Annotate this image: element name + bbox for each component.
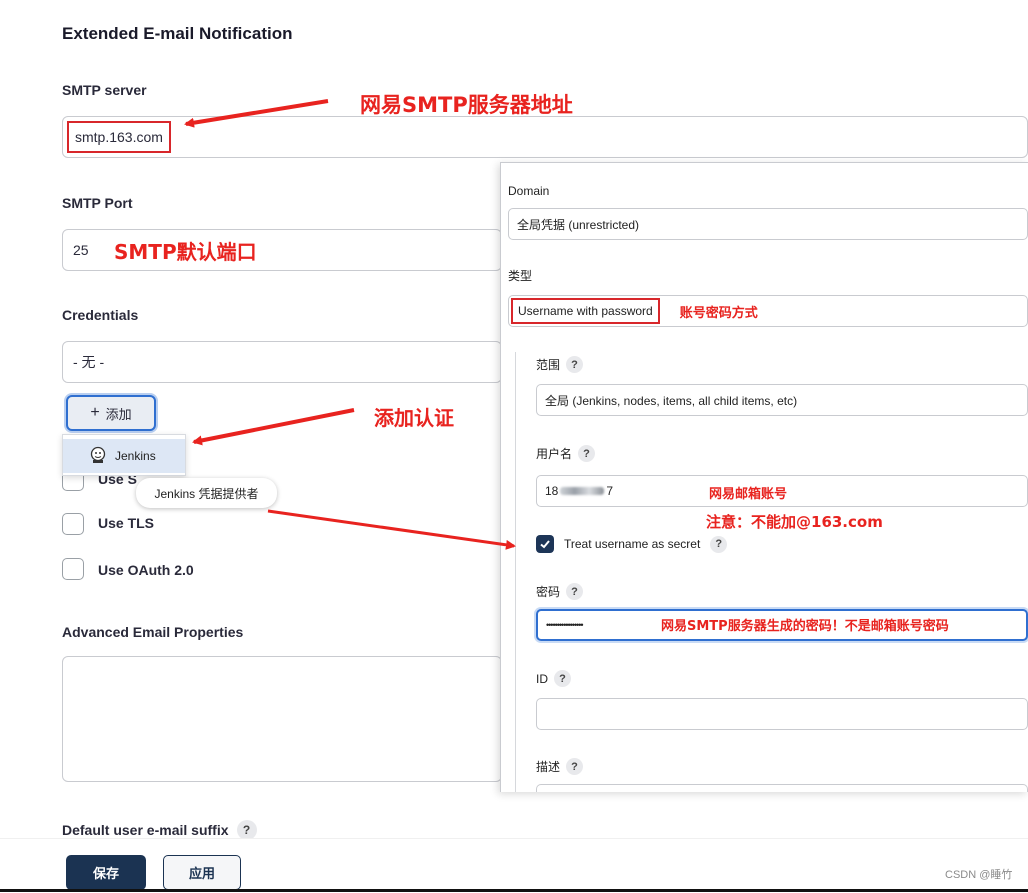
default-suffix-label: Default user e-mail suffix	[62, 822, 229, 838]
credential-provider-dropdown: Jenkins	[62, 434, 186, 476]
username-suffix: 7	[606, 484, 614, 498]
description-input[interactable]	[536, 784, 1028, 792]
use-oauth-label: Use OAuth 2.0	[98, 562, 194, 578]
watermark: CSDN @睡竹	[945, 869, 1013, 881]
password-label-row: 密码 ?	[536, 583, 584, 600]
type-annotation: 账号密码方式	[679, 305, 758, 321]
help-icon[interactable]: ?	[566, 356, 584, 373]
check-icon	[540, 540, 550, 549]
id-label-row: ID ?	[536, 670, 571, 687]
advanced-properties-label: Advanced Email Properties	[62, 624, 244, 640]
add-button-label: 添加	[105, 406, 132, 422]
plus-icon: +	[90, 404, 100, 421]
smtp-port-value: 25	[73, 242, 89, 258]
footer-bar	[0, 838, 1028, 893]
username-label-row: 用户名 ?	[536, 445, 596, 462]
apply-button[interactable]: 应用	[163, 855, 241, 890]
help-icon[interactable]: ?	[554, 670, 571, 687]
username-value: 18	[545, 484, 559, 498]
scope-divider	[515, 352, 516, 792]
bottom-border	[0, 889, 1028, 892]
smtp-server-annotation: 网易SMTP服务器地址	[360, 93, 573, 117]
advanced-properties-textarea[interactable]	[62, 656, 502, 782]
id-input[interactable]	[536, 698, 1028, 730]
smtp-server-label: SMTP server	[62, 82, 147, 98]
treat-secret-checkbox[interactable]	[536, 535, 554, 553]
scope-label: 范围	[536, 358, 561, 372]
credentials-label: Credentials	[62, 307, 139, 323]
description-label-row: 描述 ?	[536, 758, 584, 775]
use-oauth-checkbox[interactable]	[62, 558, 84, 580]
add-credential-button[interactable]: + 添加	[66, 395, 156, 431]
scope-label-row: 范围 ?	[536, 356, 584, 373]
treat-secret-row: Treat username as secret ?	[536, 535, 728, 553]
smtp-server-input[interactable]: smtp.163.com	[62, 116, 1028, 158]
scope-select[interactable]: 全局 (Jenkins, nodes, items, all child ite…	[536, 384, 1028, 416]
arrow-to-panel	[267, 509, 516, 550]
use-tls-label: Use TLS	[98, 515, 155, 531]
description-label: 描述	[536, 760, 561, 774]
smtp-server-value: smtp.163.com	[67, 121, 171, 153]
credentials-select[interactable]: - 无 -	[62, 341, 502, 383]
dropdown-item-jenkins[interactable]: Jenkins	[63, 439, 185, 473]
username-note-annotation: 注意：不能加@163.com	[706, 513, 883, 531]
credentials-annotation: 添加认证	[374, 406, 454, 430]
default-suffix-row: Default user e-mail suffix ?	[62, 820, 257, 840]
domain-select[interactable]: 全局凭据 (unrestricted)	[508, 208, 1028, 240]
help-icon[interactable]: ?	[578, 445, 596, 462]
username-label: 用户名	[536, 447, 573, 461]
scope-value: 全局 (Jenkins, nodes, items, all child ite…	[545, 393, 798, 408]
help-icon[interactable]: ?	[710, 535, 728, 553]
id-label: ID	[536, 671, 548, 686]
password-value: •••••••••••••••••	[546, 620, 584, 630]
smtp-port-annotation: SMTP默认端口	[114, 240, 257, 264]
password-label: 密码	[536, 585, 561, 599]
treat-secret-label: Treat username as secret	[564, 537, 701, 551]
help-icon[interactable]: ?	[566, 758, 584, 775]
username-blur	[560, 487, 605, 495]
domain-label: Domain	[508, 184, 550, 198]
smtp-port-label: SMTP Port	[62, 195, 133, 211]
arrow-add-credential	[192, 408, 355, 446]
provider-tooltip: Jenkins 凭据提供者	[136, 478, 277, 508]
help-icon[interactable]: ?	[236, 820, 257, 840]
type-label: 类型	[508, 269, 533, 283]
credentials-value: - 无 -	[73, 354, 105, 370]
section-title: Extended E-mail Notification	[62, 24, 293, 43]
domain-value: 全局凭据 (unrestricted)	[517, 217, 640, 232]
type-value: Username with password	[511, 298, 660, 324]
jenkins-icon	[89, 446, 107, 467]
use-tls-checkbox[interactable]	[62, 513, 84, 535]
type-select[interactable]: Username with password 账号密码方式	[508, 295, 1028, 327]
dropdown-item-label: Jenkins	[115, 449, 156, 463]
username-annotation: 网易邮箱账号	[709, 487, 788, 502]
save-button[interactable]: 保存	[66, 855, 146, 890]
help-icon[interactable]: ?	[566, 583, 584, 600]
password-annotation: 网易SMTP服务器生成的密码！不是邮箱账号密码	[661, 619, 949, 634]
